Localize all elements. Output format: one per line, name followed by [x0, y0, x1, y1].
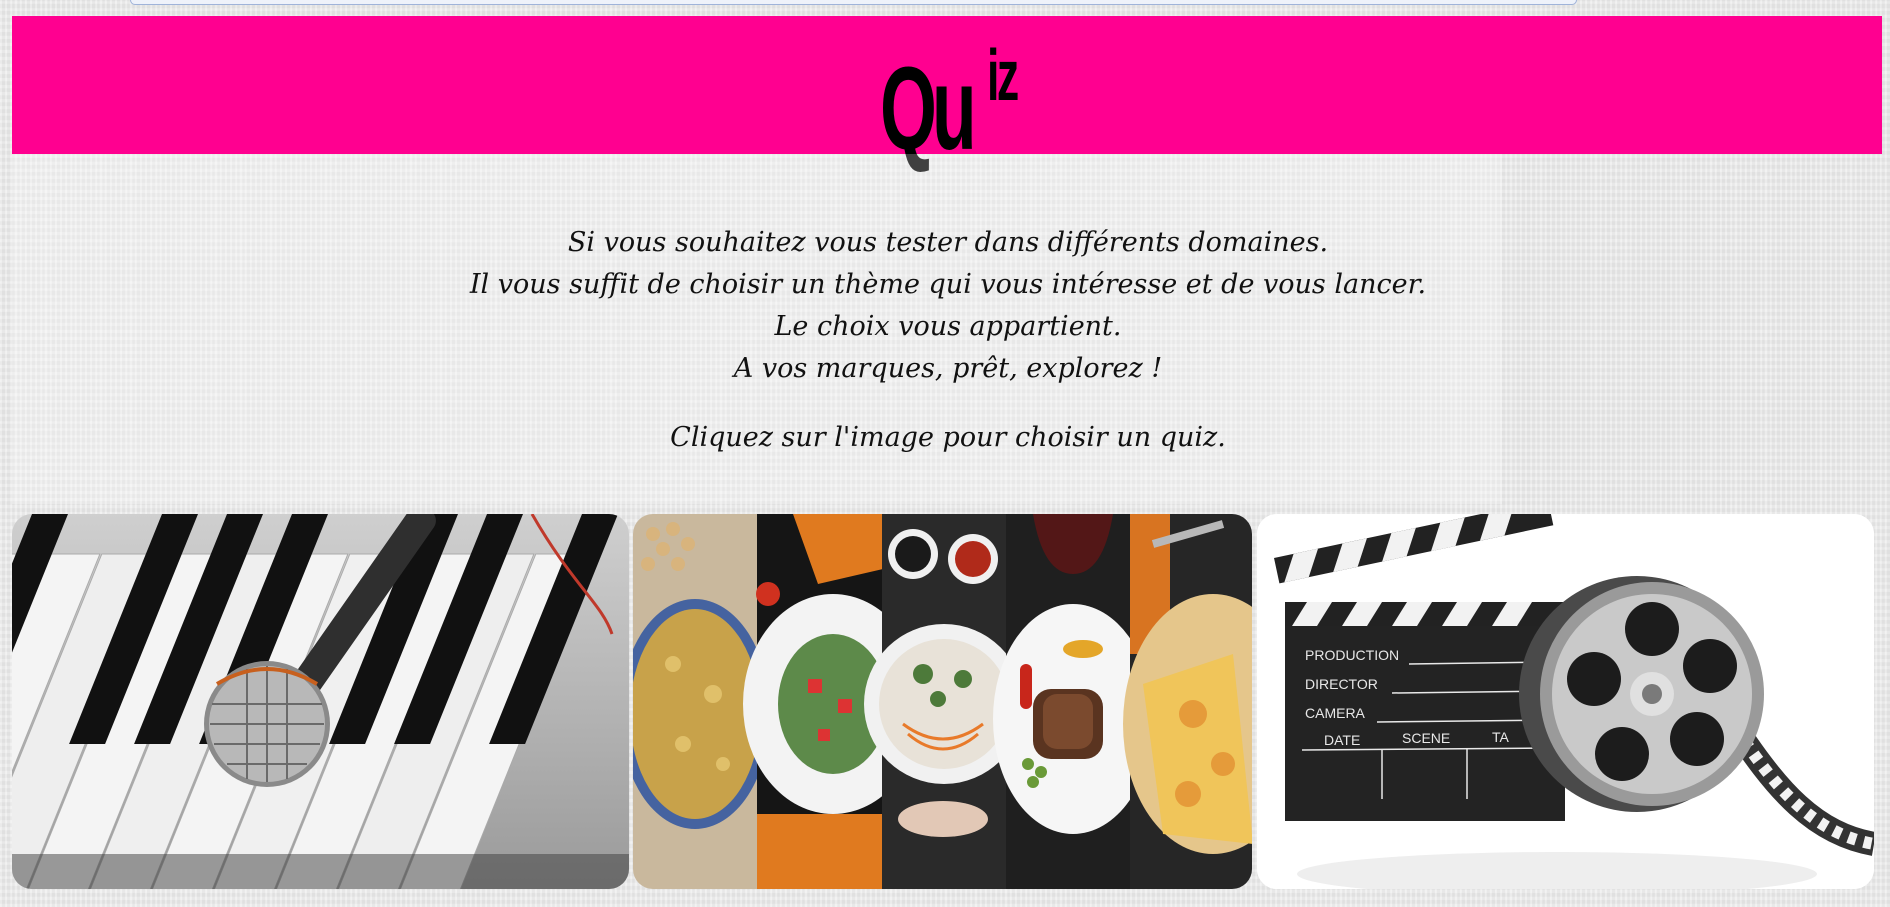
intro-text: Si vous souhaitez vous tester dans diffé…	[0, 222, 1890, 390]
piano-microphone-image	[12, 514, 629, 889]
quiz-card-food[interactable]	[633, 514, 1252, 889]
board-label-scene: SCENE	[1402, 730, 1450, 746]
board-label-director: DIRECTOR	[1305, 676, 1378, 692]
board-label-take: TA	[1492, 729, 1510, 745]
logo-main-text: Qu	[880, 43, 977, 175]
intro-line: Le choix vous appartient.	[774, 311, 1122, 342]
dishes-collage-image	[633, 514, 1252, 889]
quiz-logo[interactable]: Qu iz	[880, 36, 1050, 168]
site-header: Qu iz	[12, 16, 1882, 168]
intro-line: Si vous souhaitez vous tester dans diffé…	[567, 227, 1329, 258]
board-label-production: PRODUCTION	[1305, 647, 1399, 663]
logo-superscript-text: iz	[987, 36, 1019, 116]
quiz-card-cinema[interactable]: PRODUCTION DIRECTOR CAMERA DATE SCENE TA	[1257, 514, 1874, 889]
browser-top-edge	[130, 0, 1577, 5]
intro-line: A vos marques, prêt, explorez !	[733, 353, 1163, 384]
quiz-card-music[interactable]	[12, 514, 629, 889]
intro-line: Il vous suffit de choisir un thème qui v…	[469, 269, 1427, 300]
board-label-date: DATE	[1324, 732, 1360, 748]
choose-quiz-instruction: Cliquez sur l'image pour choisir un quiz…	[670, 422, 1226, 453]
board-label-camera: CAMERA	[1305, 705, 1366, 721]
clapperboard-film-reel-image: PRODUCTION DIRECTOR CAMERA DATE SCENE TA	[1257, 514, 1874, 889]
